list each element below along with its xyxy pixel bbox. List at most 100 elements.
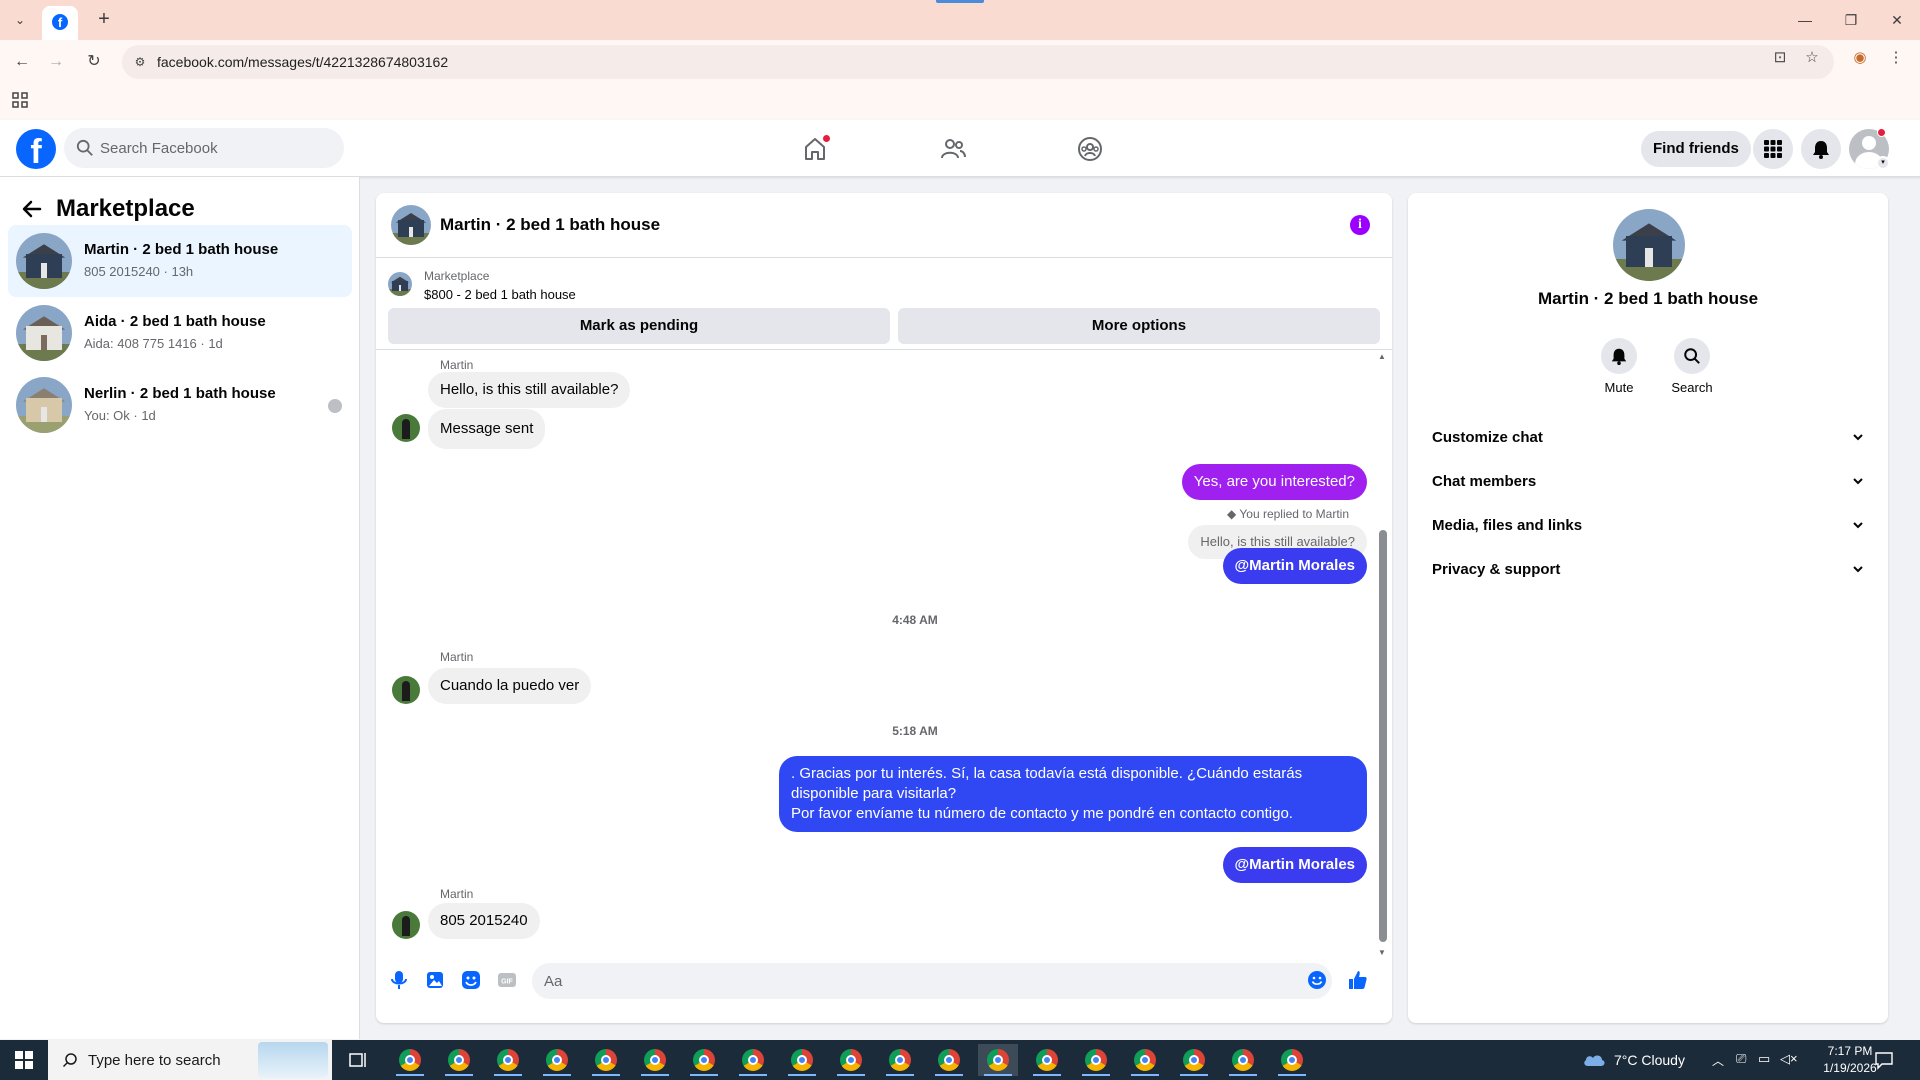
taskbar-chrome-window[interactable] — [733, 1044, 773, 1076]
url-text[interactable]: facebook.com/messages/t/4221328674803162 — [157, 54, 448, 70]
taskbar-chrome-window[interactable] — [390, 1044, 430, 1076]
sender-avatar[interactable] — [392, 676, 420, 704]
facebook-header: f Find friends ▾ — [0, 120, 1920, 177]
incoming-message[interactable]: 805 2015240 — [428, 903, 540, 939]
like-icon[interactable] — [1346, 969, 1368, 991]
taskbar-chrome-window[interactable] — [782, 1044, 822, 1076]
friends-tab[interactable] — [898, 124, 1008, 174]
back-arrow-icon[interactable] — [20, 197, 44, 221]
sender-avatar[interactable] — [392, 911, 420, 939]
taskbar-chrome-window[interactable] — [1223, 1044, 1263, 1076]
info-icon[interactable]: i — [1350, 215, 1370, 235]
address-bar[interactable]: ⚙ facebook.com/messages/t/42213286748031… — [122, 45, 1834, 79]
groups-tab[interactable] — [1035, 124, 1145, 174]
taskbar-chrome-window[interactable] — [684, 1044, 724, 1076]
privacy-support-section[interactable]: Privacy & support — [1416, 548, 1880, 592]
facebook-search[interactable] — [64, 128, 344, 168]
task-view-icon[interactable] — [348, 1050, 368, 1070]
taskbar-chrome-window[interactable] — [880, 1044, 920, 1076]
outgoing-message[interactable]: . Gracias por tu interés. Sí, la casa to… — [779, 756, 1367, 832]
taskbar-chrome-window[interactable] — [488, 1044, 528, 1076]
scroll-up-icon[interactable]: ▲ — [1378, 352, 1386, 361]
notification-center-icon[interactable] — [1874, 1050, 1894, 1070]
taskbar-chrome-window[interactable] — [586, 1044, 626, 1076]
show-hidden-icons[interactable]: ︿ — [1712, 1052, 1724, 1080]
mute-action[interactable]: Mute — [1589, 338, 1649, 395]
chevron-down-icon[interactable]: ▾ — [1876, 156, 1890, 170]
tab-search-chevron-icon[interactable]: ⌄ — [8, 8, 32, 32]
incoming-message[interactable]: Cuando la puedo ver — [428, 668, 592, 704]
taskbar-chrome-window[interactable] — [831, 1044, 871, 1076]
mark-as-pending-button[interactable]: Mark as pending — [388, 308, 890, 344]
outgoing-message[interactable]: Yes, are you interested? — [1181, 464, 1367, 500]
facebook-logo[interactable]: f — [16, 129, 56, 171]
volume-icon[interactable]: ◁× — [1780, 1051, 1798, 1080]
conversation-item[interactable]: Martin · 2 bed 1 bath house 805 2015240 … — [8, 225, 352, 297]
taskbar-chrome-window[interactable] — [978, 1044, 1018, 1076]
taskbar-search[interactable]: Type here to search — [48, 1040, 332, 1080]
thread-scrollbar[interactable]: ▲ ▼ — [1376, 352, 1388, 957]
profile-icon[interactable]: ◉ — [1850, 48, 1870, 68]
menu-button[interactable] — [1753, 129, 1793, 169]
chrome-icon — [938, 1049, 960, 1071]
sticker-icon[interactable] — [460, 969, 482, 991]
media-files-links-section[interactable]: Media, files and links — [1416, 504, 1880, 548]
incoming-message[interactable]: Hello, is this still available? — [428, 372, 631, 408]
customize-chat-section[interactable]: Customize chat — [1416, 416, 1880, 460]
taskbar-chrome-window[interactable] — [1076, 1044, 1116, 1076]
message-input[interactable] — [532, 963, 1332, 999]
apps-grid-icon[interactable] — [12, 92, 30, 110]
windows-taskbar: Type here to search 7°C Cloudy ︿ ⎚ ▭ ◁× … — [0, 1040, 1920, 1080]
forward-icon[interactable]: → — [44, 50, 68, 74]
conversation-name: Nerlin · 2 bed 1 bath house — [84, 385, 276, 402]
network-icon[interactable]: ▭ — [1758, 1051, 1770, 1080]
listing-description[interactable]: $800 - 2 bed 1 bath house — [424, 287, 576, 302]
home-tab[interactable] — [760, 124, 870, 174]
chat-thumbnail[interactable] — [391, 205, 431, 245]
message-thread[interactable]: ▲ ▼ Martin Hello, is this still availabl… — [376, 350, 1392, 957]
gif-icon[interactable]: GIF — [496, 969, 518, 991]
photo-icon[interactable] — [424, 969, 446, 991]
install-app-icon[interactable]: ⊡ — [1770, 48, 1790, 68]
restore-icon[interactable]: ❐ — [1838, 8, 1864, 32]
outgoing-message[interactable]: @Martin Morales — [1222, 847, 1367, 883]
close-window-icon[interactable]: ✕ — [1884, 8, 1910, 32]
minimize-icon[interactable]: — — [1792, 8, 1818, 32]
conversation-item[interactable]: Nerlin · 2 bed 1 bath house You: Ok · 1d — [8, 369, 352, 441]
chrome-icon — [742, 1049, 764, 1071]
taskbar-chrome-window[interactable] — [1174, 1044, 1214, 1076]
chat-title[interactable]: Martin · 2 bed 1 bath house — [440, 215, 660, 235]
notifications-button[interactable] — [1801, 129, 1841, 169]
running-indicator — [1229, 1074, 1257, 1076]
new-tab-button[interactable]: + — [92, 8, 116, 32]
search-input[interactable] — [100, 128, 330, 168]
conversation-item[interactable]: Aida · 2 bed 1 bath house Aida: 408 775 … — [8, 297, 352, 369]
scrollbar-thumb[interactable] — [1379, 530, 1387, 942]
taskbar-chrome-window[interactable] — [1027, 1044, 1067, 1076]
back-icon[interactable]: ← — [10, 50, 34, 74]
taskbar-chrome-window[interactable] — [635, 1044, 675, 1076]
taskbar-chrome-window[interactable] — [929, 1044, 969, 1076]
microphone-icon[interactable] — [388, 969, 410, 991]
tab-facebook[interactable]: f — [42, 6, 78, 40]
start-button[interactable] — [0, 1040, 48, 1080]
taskbar-chrome-window[interactable] — [1272, 1044, 1312, 1076]
search-action[interactable]: Search — [1662, 338, 1722, 395]
more-options-button[interactable]: More options — [898, 308, 1380, 344]
taskbar-chrome-window[interactable] — [1125, 1044, 1165, 1076]
reload-icon[interactable]: ↻ — [82, 50, 106, 74]
incoming-message[interactable]: Message sent — [428, 409, 546, 449]
chat-members-section[interactable]: Chat members — [1416, 460, 1880, 504]
bookmark-star-icon[interactable]: ☆ — [1802, 48, 1822, 68]
emoji-icon[interactable] — [1306, 969, 1328, 991]
site-info-icon[interactable]: ⚙ — [132, 54, 148, 70]
weather-widget[interactable]: 7°C Cloudy — [1582, 1040, 1692, 1080]
find-friends-button[interactable]: Find friends — [1641, 131, 1751, 167]
browser-menu-icon[interactable]: ⋮ — [1886, 48, 1906, 68]
taskbar-chrome-window[interactable] — [439, 1044, 479, 1076]
taskbar-chrome-window[interactable] — [537, 1044, 577, 1076]
listing-photo[interactable] — [1613, 209, 1685, 281]
meet-now-icon[interactable]: ⎚ — [1736, 1051, 1746, 1080]
outgoing-message[interactable]: @Martin Morales — [1222, 548, 1367, 584]
sender-avatar[interactable] — [392, 414, 420, 442]
